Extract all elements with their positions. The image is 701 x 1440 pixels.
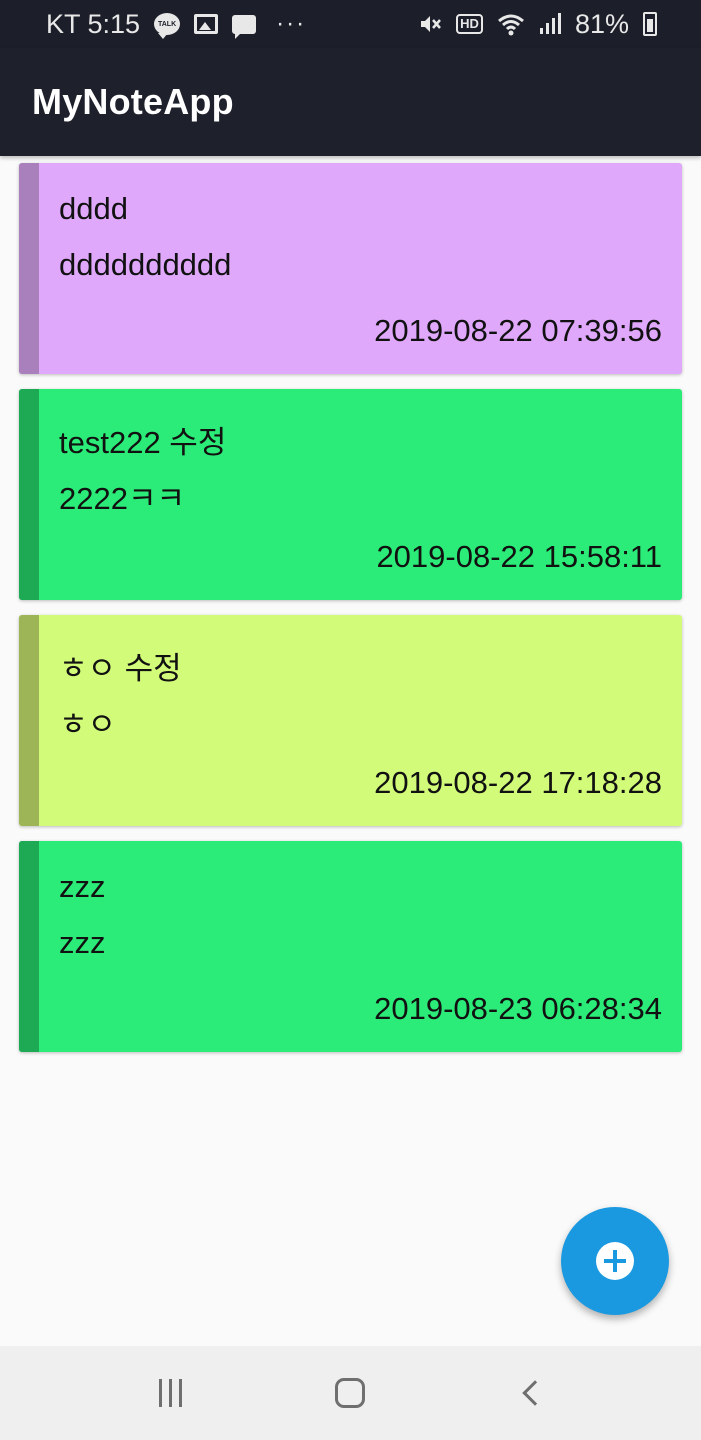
note-card[interactable]: test222 수정 2222ㅋㅋ 2019-08-22 15:58:11: [19, 389, 682, 600]
add-circle-icon: [596, 1242, 634, 1280]
note-card[interactable]: zzz zzz 2019-08-23 06:28:34: [19, 841, 682, 1052]
status-left: KT 5:15 TALK ···: [46, 9, 306, 40]
note-date: 2019-08-23 06:28:34: [374, 991, 662, 1026]
home-button[interactable]: [320, 1363, 380, 1423]
note-title: ㅎㅇ 수정: [59, 651, 182, 686]
screen: KT 5:15 TALK ··· HD 81% MyNoteApp dddd d…: [0, 0, 701, 1440]
note-body: dddddddddd: [59, 247, 232, 282]
navigation-bar: [0, 1346, 701, 1440]
note-card[interactable]: dddd dddddddddd 2019-08-22 07:39:56: [19, 163, 682, 374]
back-button[interactable]: [501, 1363, 561, 1423]
note-list: dddd dddddddddd 2019-08-22 07:39:56 test…: [19, 163, 682, 1067]
back-icon: [522, 1380, 548, 1406]
note-card[interactable]: ㅎㅇ 수정 ㅎㅇ 2019-08-22 17:18:28: [19, 615, 682, 826]
status-right: HD 81%: [418, 9, 657, 40]
signal-icon: [539, 12, 561, 36]
note-color-stripe: [19, 841, 39, 1052]
note-body: zzz: [59, 925, 106, 960]
message-icon: [232, 14, 257, 39]
hd-voice-icon: HD: [456, 14, 483, 34]
app-bar: MyNoteApp: [0, 48, 701, 156]
add-note-button[interactable]: [561, 1207, 669, 1315]
app-title: MyNoteApp: [32, 81, 234, 122]
note-title: zzz: [59, 869, 106, 904]
note-date: 2019-08-22 17:18:28: [374, 765, 662, 800]
note-date: 2019-08-22 15:58:11: [376, 539, 662, 574]
status-bar: KT 5:15 TALK ··· HD 81%: [0, 0, 701, 48]
recents-icon: [158, 1379, 182, 1407]
note-title: dddd: [59, 191, 128, 226]
more-notifications-icon: ···: [276, 10, 307, 37]
note-date: 2019-08-22 07:39:56: [374, 313, 662, 348]
home-icon: [335, 1378, 366, 1408]
carrier-time: KT 5:15: [46, 8, 141, 39]
gallery-icon: [194, 14, 219, 34]
note-color-stripe: [19, 389, 39, 600]
recents-button[interactable]: [140, 1363, 200, 1423]
note-color-stripe: [19, 163, 39, 374]
kakaotalk-icon: TALK: [154, 13, 181, 39]
note-title: test222 수정: [59, 425, 227, 460]
talk-label: TALK: [158, 20, 177, 28]
battery-percent: 81%: [574, 8, 629, 39]
note-color-stripe: [19, 615, 39, 826]
battery-icon: [643, 12, 657, 36]
mute-icon: [418, 12, 442, 36]
wifi-icon: [497, 12, 525, 36]
note-body: ㅎㅇ: [59, 707, 117, 742]
note-body: 2222ㅋㅋ: [59, 481, 186, 516]
